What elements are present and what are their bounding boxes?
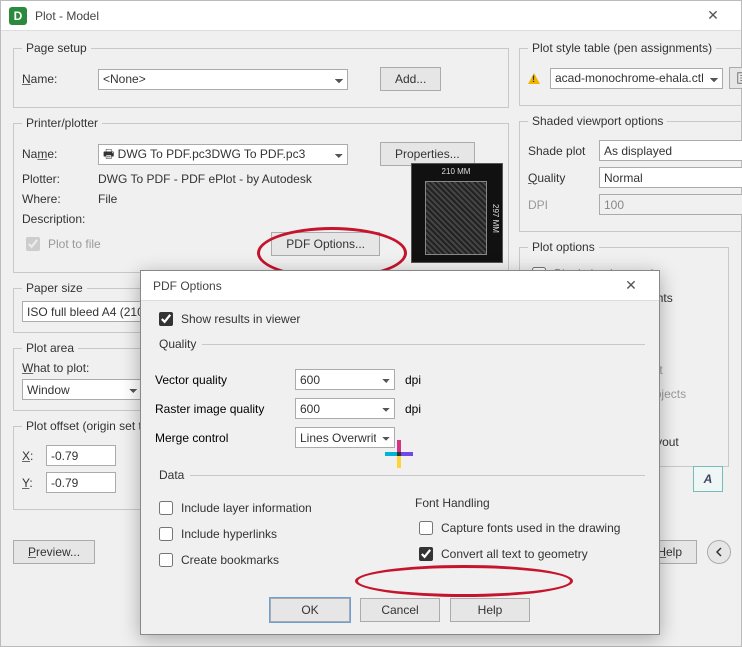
- pdf-quality-legend: Quality: [155, 337, 202, 351]
- font-handling-label: Font Handling: [415, 496, 645, 510]
- paper-height-label: 297 MM: [491, 182, 500, 254]
- pdf-data-group: Data Include layer information Include h…: [155, 468, 645, 580]
- pdf-titlebar: PDF Options ✕: [141, 271, 659, 301]
- plot-options-legend: Plot options: [528, 240, 599, 254]
- where-label: Where:: [22, 192, 92, 206]
- name-label: NName:ame:: [22, 72, 92, 86]
- page-setup-group: Page setup NName:ame: <None> Add...: [13, 41, 509, 108]
- orientation-icon: A: [693, 466, 723, 492]
- expand-collapse-button[interactable]: [707, 540, 731, 564]
- paper-size-legend: Paper size: [22, 281, 87, 295]
- paper-preview-thumbnail: 210 MM 297 MM: [411, 163, 503, 263]
- offset-y-input[interactable]: [46, 472, 116, 493]
- plotter-label: Plotter:: [22, 172, 92, 186]
- quality-select[interactable]: Normal: [599, 167, 742, 188]
- printer-legend: Printer/plotter: [22, 116, 102, 130]
- raster-quality-label: Raster image quality: [155, 402, 285, 416]
- desc-label: Description:: [22, 212, 92, 226]
- printer-name-label: Name:: [22, 147, 92, 161]
- merge-control-select[interactable]: Lines Overwrite: [295, 427, 395, 448]
- printer-name-select[interactable]: 🖶 DWG To PDF.pc3DWG To PDF.pc3: [98, 144, 348, 165]
- pdf-quality-group: Quality Vector quality 600 dpi Raster im…: [155, 337, 645, 460]
- dpi-label: DPI: [528, 198, 593, 212]
- add-button[interactable]: Add...: [380, 67, 441, 91]
- include-layer-checkbox[interactable]: Include layer information: [155, 498, 385, 518]
- vector-dpi-label: dpi: [405, 373, 421, 387]
- paper-width-label: 210 MM: [426, 167, 486, 176]
- include-hyperlinks-checkbox[interactable]: Include hyperlinks: [155, 524, 385, 544]
- offset-x-input[interactable]: [46, 445, 116, 466]
- raster-quality-select[interactable]: 600: [295, 398, 395, 419]
- quality-label: Quality: [528, 171, 593, 185]
- warning-icon: [528, 73, 540, 84]
- plot-area-legend: Plot area: [22, 341, 78, 355]
- shaded-viewport-group: Shaded viewport options Shade plot As dis…: [519, 114, 742, 232]
- vector-quality-label: Vector quality: [155, 373, 285, 387]
- pdf-close-icon[interactable]: ✕: [611, 277, 651, 294]
- offset-x-label: X:: [22, 449, 40, 463]
- pdf-title: PDF Options: [153, 279, 222, 293]
- pdf-data-legend: Data: [155, 468, 190, 482]
- shade-plot-select[interactable]: As displayed: [599, 140, 742, 161]
- raster-dpi-label: dpi: [405, 402, 421, 416]
- where-value: File: [98, 192, 117, 206]
- create-bookmarks-checkbox[interactable]: Create bookmarks: [155, 550, 385, 570]
- plotter-value: DWG To PDF - PDF ePlot - by Autodesk: [98, 172, 312, 186]
- dpi-input: [599, 194, 742, 215]
- pdf-ok-button[interactable]: OK: [270, 598, 350, 622]
- convert-text-geometry-checkbox[interactable]: Convert all text to geometry: [415, 544, 645, 564]
- vector-quality-select[interactable]: 600: [295, 369, 395, 390]
- app-icon: D: [9, 7, 27, 25]
- page-setup-legend: Page setup: [22, 41, 91, 55]
- plot-style-legend: Plot style table (pen assignments): [528, 41, 716, 55]
- shaded-legend: Shaded viewport options: [528, 114, 667, 128]
- plot-to-file-checkbox: Plot to file: [22, 234, 101, 254]
- plot-style-select[interactable]: acad-monochrome-ehala.ctl: [550, 68, 723, 89]
- plot-style-edit-button[interactable]: [729, 67, 742, 89]
- preview-button[interactable]: Preview...: [13, 540, 95, 564]
- merge-control-label: Merge control: [155, 431, 285, 445]
- pdf-cancel-button[interactable]: Cancel: [360, 598, 440, 622]
- pdf-help-button[interactable]: Help: [450, 598, 530, 622]
- shade-plot-label: Shade plot: [528, 144, 593, 158]
- page-setup-name-select[interactable]: <None>: [98, 69, 348, 90]
- what-to-plot-select[interactable]: Window: [22, 379, 142, 400]
- pdf-options-dialog: PDF Options ✕ Show results in viewer Qua…: [140, 270, 660, 635]
- close-icon[interactable]: ✕: [693, 7, 733, 24]
- pdf-options-button[interactable]: PDF Options...: [271, 232, 380, 256]
- window-title: Plot - Model: [35, 9, 99, 23]
- titlebar: D Plot - Model ✕: [1, 1, 741, 31]
- plot-style-group: Plot style table (pen assignments) acad-…: [519, 41, 742, 106]
- show-results-checkbox[interactable]: Show results in viewer: [155, 309, 300, 329]
- offset-y-label: Y:: [22, 476, 40, 490]
- capture-fonts-checkbox[interactable]: Capture fonts used in the drawing: [415, 518, 645, 538]
